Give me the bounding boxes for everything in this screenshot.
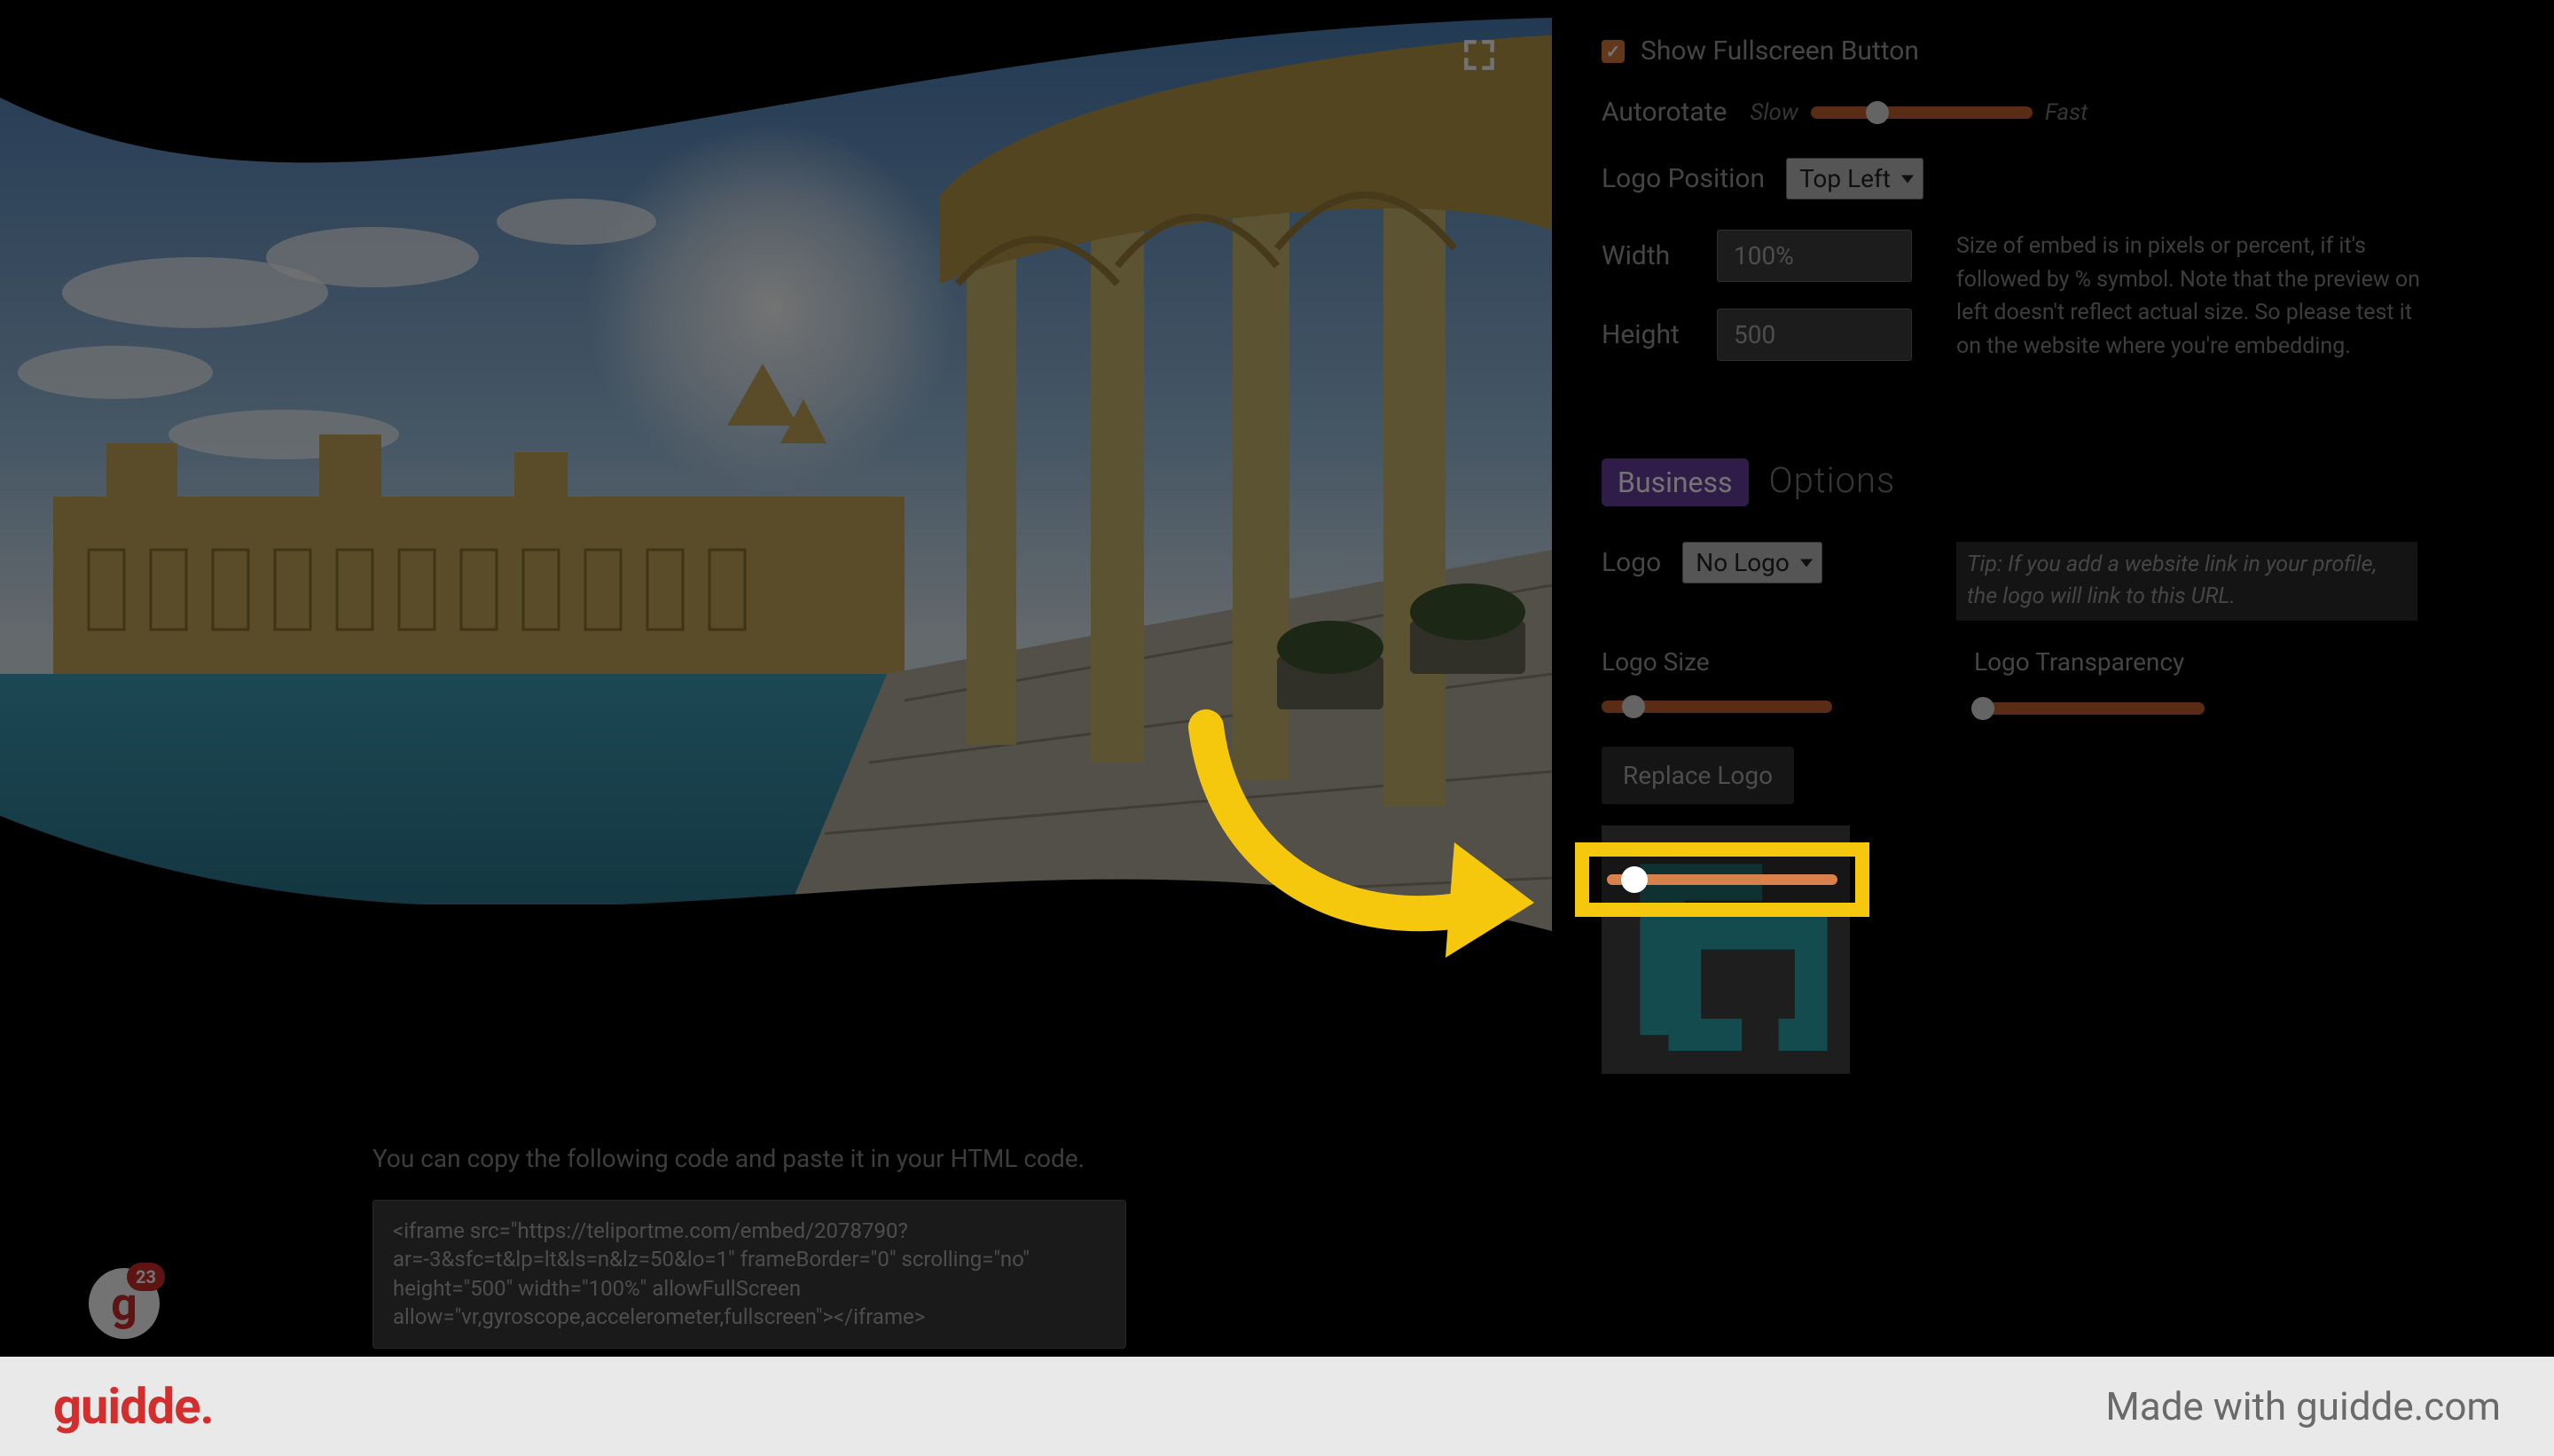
height-input[interactable]: 500 bbox=[1717, 309, 1912, 361]
logo-position-value: Top Left bbox=[1799, 164, 1891, 193]
options-heading: Options bbox=[1769, 459, 1896, 501]
logo-select[interactable]: No Logo bbox=[1682, 542, 1822, 583]
width-input[interactable]: 100% bbox=[1717, 230, 1912, 282]
business-badge: Business bbox=[1602, 458, 1749, 506]
logo-position-row: Logo Position Top Left bbox=[1602, 158, 2524, 200]
replace-logo-button[interactable]: Replace Logo bbox=[1602, 747, 1794, 804]
autorotate-slow-label: Slow bbox=[1750, 99, 1798, 126]
annotation-highlight bbox=[1575, 842, 1869, 917]
show-fullscreen-checkbox[interactable]: ✓ bbox=[1602, 40, 1625, 63]
autorotate-slider[interactable] bbox=[1811, 106, 2033, 119]
highlighted-logo-size-slider[interactable] bbox=[1607, 874, 1837, 885]
logo-position-select[interactable]: Top Left bbox=[1786, 158, 1923, 200]
business-options-header: Business Options bbox=[1602, 458, 2524, 506]
footer-attribution: Made with guidde.com bbox=[2105, 1383, 2501, 1429]
logo-tip: Tip: If you add a website link in your p… bbox=[1956, 542, 2417, 621]
logo-size-slider[interactable] bbox=[1602, 701, 1832, 713]
autorotate-row: Autorotate Slow Fast bbox=[1602, 97, 2524, 128]
autorotate-fast-label: Fast bbox=[2045, 99, 2088, 126]
width-label: Width bbox=[1602, 240, 1717, 271]
size-block: Width 100% Height 500 Size of embed is i… bbox=[1602, 230, 2524, 387]
autorotate-label: Autorotate bbox=[1602, 97, 1727, 128]
footer: guidde. Made with guidde.com bbox=[0, 1357, 2554, 1456]
logo-label: Logo bbox=[1602, 547, 1661, 578]
fullscreen-icon[interactable] bbox=[1460, 35, 1499, 74]
embed-code-box[interactable]: <iframe src="https://teliportme.com/embe… bbox=[372, 1200, 1126, 1349]
height-row: Height 500 bbox=[1602, 309, 1956, 361]
logo-row: Logo No Logo Tip: If you add a website l… bbox=[1602, 542, 2524, 621]
show-fullscreen-row: ✓ Show Fullscreen Button bbox=[1602, 35, 2524, 67]
help-badge-count: 23 bbox=[127, 1263, 165, 1291]
annotation-arrow bbox=[1153, 709, 1525, 975]
logo-position-label: Logo Position bbox=[1602, 163, 1765, 194]
guidde-logo: guidde. bbox=[53, 1377, 214, 1436]
show-fullscreen-label: Show Fullscreen Button bbox=[1641, 35, 1919, 67]
logo-select-value: No Logo bbox=[1696, 548, 1790, 577]
logo-transparency-slider[interactable] bbox=[1974, 702, 2205, 715]
logo-sliders-row: Logo Size Logo Transparency bbox=[1602, 647, 2524, 720]
size-description: Size of embed is in pixels or percent, i… bbox=[1956, 230, 2426, 363]
height-label: Height bbox=[1602, 319, 1717, 350]
logo-transparency-label: Logo Transparency bbox=[1974, 647, 2346, 677]
embed-code-intro: You can copy the following code and past… bbox=[372, 1144, 1171, 1173]
options-sidebar: ✓ Show Fullscreen Button Autorotate Slow… bbox=[1602, 0, 2524, 1357]
help-badge[interactable]: g 23 bbox=[89, 1268, 160, 1339]
embed-code-section: You can copy the following code and past… bbox=[372, 1144, 1171, 1349]
main-area: You can copy the following code and past… bbox=[0, 0, 1552, 1357]
logo-size-label: Logo Size bbox=[1602, 647, 1974, 677]
width-row: Width 100% bbox=[1602, 230, 1956, 282]
